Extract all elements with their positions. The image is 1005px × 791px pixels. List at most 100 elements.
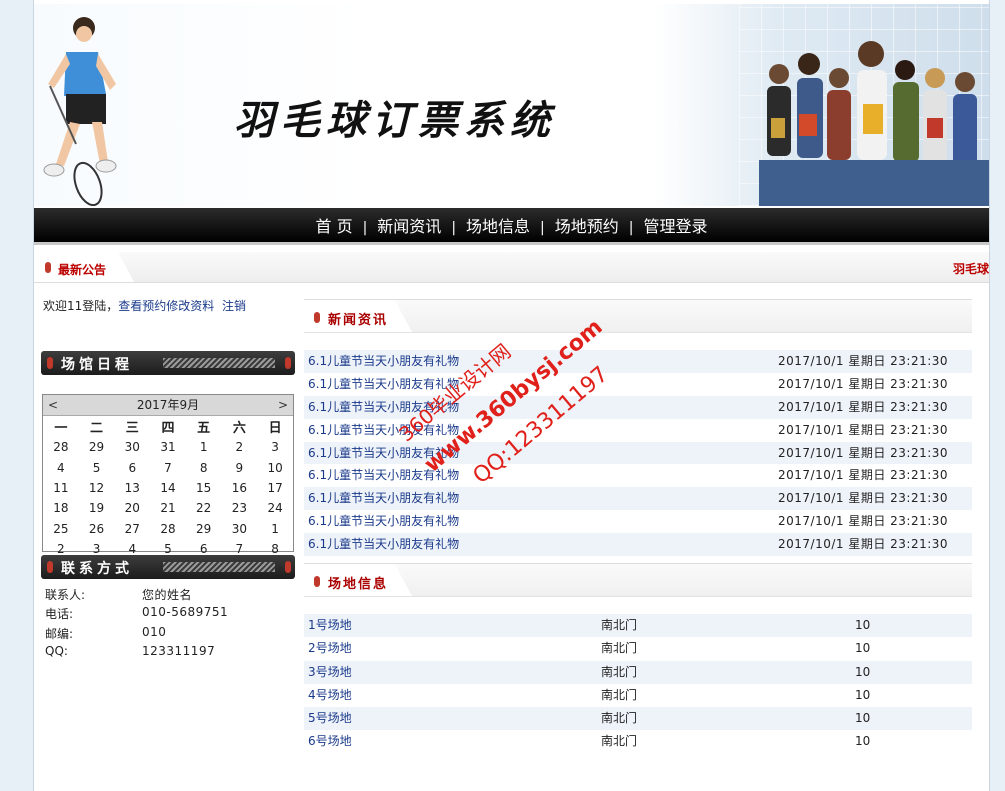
schedule-header: 场馆日程 [41,351,295,375]
calendar-day[interactable]: 17 [257,478,293,498]
news-link[interactable]: 6.1儿童节当天小朋友有礼物 [308,533,459,556]
news-link[interactable]: 6.1儿童节当天小朋友有礼物 [308,510,459,533]
notice-marquee[interactable]: 羽毛球 [953,260,989,277]
news-date: 2017/10/1 星期日 23:21:30 [778,468,949,483]
venue-link[interactable]: 2号场地 [308,637,352,660]
logout-link[interactable]: 注销 [222,299,246,313]
calendar-day[interactable]: 11 [43,478,79,498]
calendar-day[interactable]: 21 [150,498,186,518]
edit-profile-link[interactable]: 修改资料 [166,299,214,313]
calendar-day[interactable]: 29 [79,437,115,457]
venue-location: 南北门 [601,664,638,679]
bullet-icon [285,357,291,369]
calendar-day[interactable]: 16 [222,478,258,498]
venue-count: 10 [855,734,871,749]
bullet-icon [45,262,51,273]
calendar-day[interactable]: 13 [114,478,150,498]
venue-row: 2号场地 南北门 10 [304,637,972,660]
calendar-day[interactable]: 1 [257,519,293,539]
calendar-day[interactable]: 3 [257,437,293,457]
calendar-day[interactable]: 24 [257,498,293,518]
news-link[interactable]: 6.1儿童节当天小朋友有礼物 [308,442,459,465]
venue-row: 6号场地 南北门 10 [304,730,972,753]
calendar-day[interactable]: 29 [186,519,222,539]
news-link[interactable]: 6.1儿童节当天小朋友有礼物 [308,373,459,396]
news-link[interactable]: 6.1儿童节当天小朋友有礼物 [308,464,459,487]
venue-count: 10 [855,664,871,679]
prev-month-icon[interactable]: < [45,395,61,415]
badminton-player-image [43,17,117,206]
contact-value: 您的姓名 [142,588,193,602]
calendar-day[interactable]: 1 [186,437,222,457]
news-link[interactable]: 6.1儿童节当天小朋友有礼物 [308,419,459,442]
venues-header: 场地信息 [304,563,972,597]
calendar-day[interactable]: 7 [150,457,186,477]
calendar-day[interactable]: 28 [150,519,186,539]
calendar-day[interactable]: 30 [222,519,258,539]
calendar-day[interactable]: 23 [222,498,258,518]
news-row: 6.1儿童节当天小朋友有礼物 2017/10/1 星期日 23:21:30 [304,464,972,487]
calendar-day[interactable]: 18 [43,498,79,518]
news-link[interactable]: 6.1儿童节当天小朋友有礼物 [308,487,459,510]
nav-item-2[interactable]: 场地信息 [456,217,540,236]
news-row: 6.1儿童节当天小朋友有礼物 2017/10/1 星期日 23:21:30 [304,419,972,442]
venue-link[interactable]: 4号场地 [308,684,352,707]
weekday-header: 一 [54,421,68,436]
calendar-day[interactable]: 4 [43,457,79,477]
notice-bar: 最新公告 羽毛球 [34,252,989,283]
calendar-day[interactable]: 30 [114,437,150,457]
news-row: 6.1儿童节当天小朋友有礼物 2017/10/1 星期日 23:21:30 [304,510,972,533]
nav-item-3[interactable]: 场地预约 [545,217,629,236]
calendar-day[interactable]: 15 [186,478,222,498]
contact-title: 联系方式 [61,561,133,577]
news-row: 6.1儿童节当天小朋友有礼物 2017/10/1 星期日 23:21:30 [304,487,972,511]
calendar-day[interactable]: 10 [257,457,293,477]
calendar-day[interactable]: 28 [43,437,79,457]
bullet-icon [314,312,320,323]
calendar-day[interactable]: 2 [222,437,258,457]
news-link[interactable]: 6.1儿童节当天小朋友有礼物 [308,396,459,419]
venue-row: 3号场地 南北门 10 [304,660,972,684]
nav-item-0[interactable]: 首 页 [305,217,362,236]
contact-row: 邮编: 010 [45,625,285,644]
venue-link[interactable]: 5号场地 [308,707,352,730]
news-date: 2017/10/1 星期日 23:21:30 [778,376,949,391]
calendar-day[interactable]: 22 [186,498,222,518]
news-title: 新闻资讯 [328,313,389,328]
next-month-icon[interactable]: > [275,395,291,415]
calendar-day[interactable]: 8 [186,457,222,477]
venue-location: 南北门 [601,618,638,632]
bullet-icon [47,561,53,573]
venue-count: 10 [855,641,871,656]
calendar-day[interactable]: 27 [114,519,150,539]
calendar-day[interactable]: 20 [114,498,150,518]
venue-link[interactable]: 1号场地 [308,614,352,637]
calendar-header: < 2017年9月 > [43,395,293,416]
view-booking-link[interactable]: 查看预约 [118,299,166,313]
news-link[interactable]: 6.1儿童节当天小朋友有礼物 [308,350,459,373]
nav-item-1[interactable]: 新闻资讯 [367,217,451,236]
nav-item-4[interactable]: 管理登录 [634,217,718,236]
page: 羽毛球订票系统 首 页 | 新闻资讯 | 场地信息 | 场地预约 | 管理登录 最新公告 羽毛球… [33,0,990,791]
contact-value: 010 [142,624,167,639]
calendar-day[interactable]: 9 [222,457,258,477]
calendar-day[interactable]: 19 [79,498,115,518]
venue-row: 1号场地 南北门 10 [304,614,972,638]
contact-label: 电话: [45,607,74,622]
calendar-day[interactable]: 25 [43,519,79,539]
news-date: 2017/10/1 星期日 23:21:30 [778,422,949,437]
weekday-header: 四 [161,421,175,436]
news-header: 新闻资讯 [304,299,972,333]
welcome-text: 欢迎11登陆， [43,299,119,313]
calendar-day[interactable]: 14 [150,478,186,498]
calendar-day[interactable]: 26 [79,519,115,539]
venue-link[interactable]: 3号场地 [308,661,352,684]
calendar-day[interactable]: 31 [150,437,186,457]
calendar-day[interactable]: 5 [79,457,115,477]
news-date: 2017/10/1 星期日 23:21:30 [778,354,949,368]
calendar-day[interactable]: 6 [114,457,150,477]
venue-count: 10 [855,687,871,702]
venue-link[interactable]: 6号场地 [308,730,352,753]
contact-value: 123311197 [142,643,216,658]
calendar-day[interactable]: 12 [79,478,115,498]
